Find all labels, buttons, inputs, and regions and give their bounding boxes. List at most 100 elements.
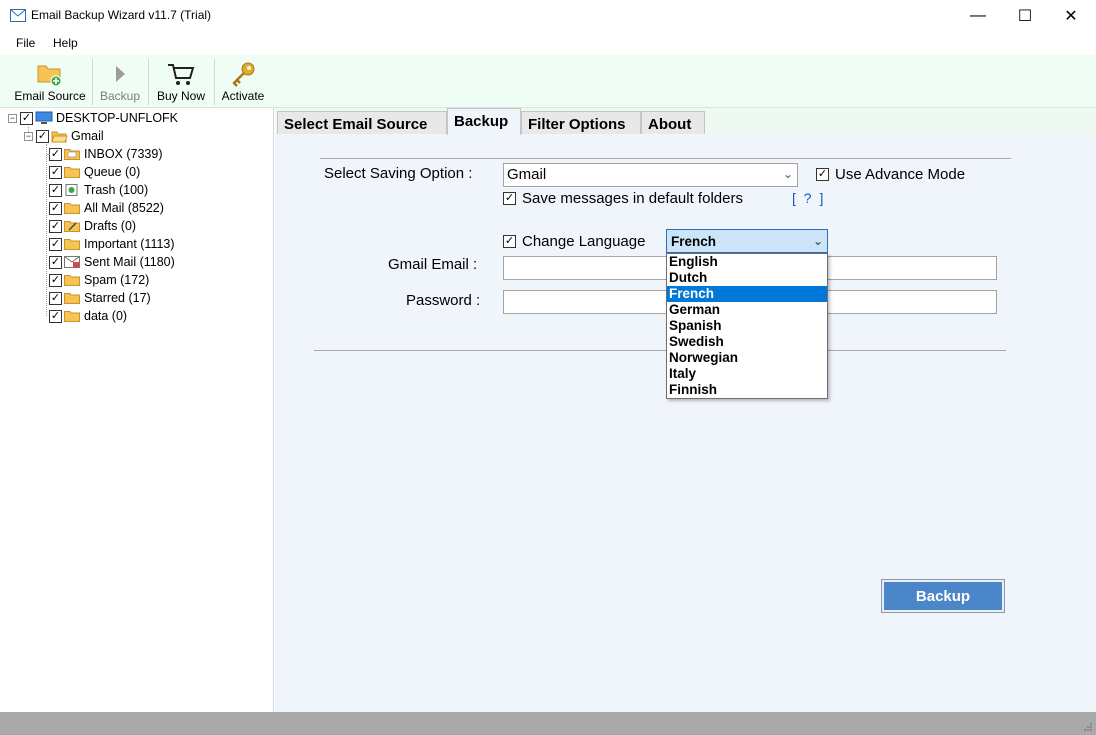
gmail-email-label: Gmail Email :: [388, 256, 478, 273]
status-bar: [0, 712, 1096, 735]
language-option-spanish[interactable]: Spanish: [667, 318, 827, 334]
tab-filter-options[interactable]: Filter Options: [521, 111, 641, 134]
help-link[interactable]: [ ? ]: [792, 190, 825, 206]
tree-folder-data[interactable]: ✓ data (0): [49, 307, 127, 325]
tab-select-email-source[interactable]: Select Email Source: [277, 111, 447, 134]
folder-label: data (0): [84, 309, 128, 323]
envelope-icon: [10, 9, 26, 22]
folder-checkbox[interactable]: ✓: [49, 219, 62, 233]
collapse-icon[interactable]: −: [24, 131, 33, 141]
folder-icon: [64, 203, 80, 214]
language-option-english[interactable]: English: [667, 254, 827, 270]
language-option-dutch[interactable]: Dutch: [667, 270, 827, 286]
language-select[interactable]: French ⌄: [666, 229, 828, 253]
folder-tree: − ✓ DESKTOP-UNFLOFK − ✓ Gmail ✓ INBOX (7…: [0, 108, 274, 712]
chevron-down-icon: ⌄: [812, 234, 823, 248]
app-window: Email Backup Wizard v11.7 (Trial) — ☐ ✕ …: [0, 0, 1096, 735]
folder-checkbox[interactable]: ✓: [49, 183, 62, 197]
folder-icon: [64, 311, 80, 322]
default-folders-label: Save messages in default folders: [522, 190, 743, 207]
default-folders-checkbox-row[interactable]: ✓ Save messages in default folders: [503, 190, 743, 207]
saving-option-label: Select Saving Option :: [324, 165, 473, 182]
chevron-down-icon: ⌄: [782, 167, 793, 181]
folder-checkbox[interactable]: ✓: [49, 147, 62, 161]
gmail-checkbox[interactable]: ✓: [36, 129, 49, 143]
tree-folder-important[interactable]: ✓ Important (1113): [49, 235, 175, 253]
change-language-label: Change Language: [522, 233, 646, 250]
tree-account-gmail[interactable]: − ✓ Gmail: [24, 127, 104, 145]
menu-help[interactable]: Help: [53, 36, 78, 50]
play-icon: [116, 66, 125, 82]
language-option-french[interactable]: French: [667, 286, 827, 302]
tab-backup[interactable]: Backup: [447, 108, 521, 135]
advance-mode-label: Use Advance Mode: [835, 166, 966, 183]
menu-file[interactable]: File: [16, 36, 35, 50]
tree-root[interactable]: − ✓ DESKTOP-UNFLOFK: [8, 109, 178, 127]
folder-checkbox[interactable]: ✓: [49, 165, 62, 179]
language-select-value: French: [671, 234, 717, 249]
tree-folder-sent-mail[interactable]: ✓ Sent Mail (1180): [49, 253, 175, 271]
folder-label: Queue (0): [84, 165, 141, 179]
toolbar-backup-button[interactable]: Backup: [97, 55, 143, 108]
tree-folder-trash[interactable]: ✓ Trash (100): [49, 181, 148, 199]
toolbar-separator: [92, 59, 93, 105]
sent-folder-icon: [64, 256, 80, 268]
maximize-icon: ☐: [1017, 7, 1033, 25]
folder-label: Drafts (0): [84, 219, 137, 233]
advance-mode-checkbox[interactable]: ✓: [816, 168, 829, 181]
activate-label: Activate: [221, 89, 265, 103]
maximize-button[interactable]: ☐: [1002, 0, 1048, 31]
close-button[interactable]: ✕: [1048, 0, 1094, 31]
resize-grip-icon[interactable]: [1083, 722, 1093, 732]
folder-label: All Mail (8522): [84, 201, 164, 215]
folder-checkbox[interactable]: ✓: [49, 255, 62, 269]
language-option-italy[interactable]: Italy: [667, 366, 827, 382]
folder-icon: [64, 167, 80, 178]
tree-folder-queue[interactable]: ✓ Queue (0): [49, 163, 140, 181]
language-option-swedish[interactable]: Swedish: [667, 334, 827, 350]
folder-checkbox[interactable]: ✓: [49, 309, 62, 323]
folder-icon: [64, 293, 80, 304]
advance-mode-checkbox-row[interactable]: ✓ Use Advance Mode: [816, 166, 965, 183]
tree-folder-inbox[interactable]: ✓ INBOX (7339): [47, 145, 163, 163]
folder-checkbox[interactable]: ✓: [49, 291, 62, 305]
change-language-checkbox-row[interactable]: ✓ Change Language: [503, 233, 645, 250]
inbox-folder-icon: [64, 149, 80, 160]
key-icon: [232, 62, 255, 87]
minimize-button[interactable]: —: [955, 0, 1001, 31]
collapse-icon[interactable]: −: [8, 113, 17, 123]
tree-folder-all-mail[interactable]: ✓ All Mail (8522): [49, 199, 164, 217]
window-title: Email Backup Wizard v11.7 (Trial): [31, 8, 212, 22]
saving-option-select[interactable]: Gmail ⌄: [503, 163, 798, 187]
folder-checkbox[interactable]: ✓: [49, 273, 62, 287]
add-folder-icon: [37, 65, 62, 87]
folder-checkbox[interactable]: ✓: [49, 237, 62, 251]
buy-now-button[interactable]: Buy Now: [153, 55, 209, 108]
folder-checkbox[interactable]: ✓: [49, 201, 62, 215]
tree-root-label: DESKTOP-UNFLOFK: [56, 111, 179, 125]
tab-about[interactable]: About: [641, 111, 705, 134]
tree-folder-drafts[interactable]: ✓ Drafts (0): [49, 217, 136, 235]
backup-button[interactable]: Backup: [881, 579, 1005, 613]
tab-strip: Select Email Source Backup Filter Option…: [275, 108, 1096, 135]
tree-folder-spam[interactable]: ✓ Spam (172): [49, 271, 149, 289]
folder-icon: [64, 239, 80, 250]
folder-label: Spam (172): [84, 273, 150, 287]
language-option-finnish[interactable]: Finnish: [667, 382, 827, 398]
root-checkbox[interactable]: ✓: [20, 111, 33, 125]
folder-label: Starred (17): [84, 291, 151, 305]
close-icon: ✕: [1064, 7, 1078, 25]
activate-button[interactable]: Activate: [218, 55, 268, 108]
toolbar-backup-label: Backup: [99, 89, 141, 103]
change-language-checkbox[interactable]: ✓: [503, 235, 516, 248]
tree-account-label: Gmail: [71, 129, 104, 143]
email-source-button[interactable]: Email Source: [13, 55, 87, 108]
folder-label: Sent Mail (1180): [84, 255, 175, 269]
backup-button-label: Backup: [884, 582, 1002, 610]
tree-folder-starred[interactable]: ✓ Starred (17): [49, 289, 151, 307]
password-label: Password :: [406, 292, 481, 309]
language-option-norwegian[interactable]: Norwegian: [667, 350, 827, 366]
language-option-german[interactable]: German: [667, 302, 827, 318]
default-folders-checkbox[interactable]: ✓: [503, 192, 516, 205]
folder-icon: [64, 275, 80, 286]
